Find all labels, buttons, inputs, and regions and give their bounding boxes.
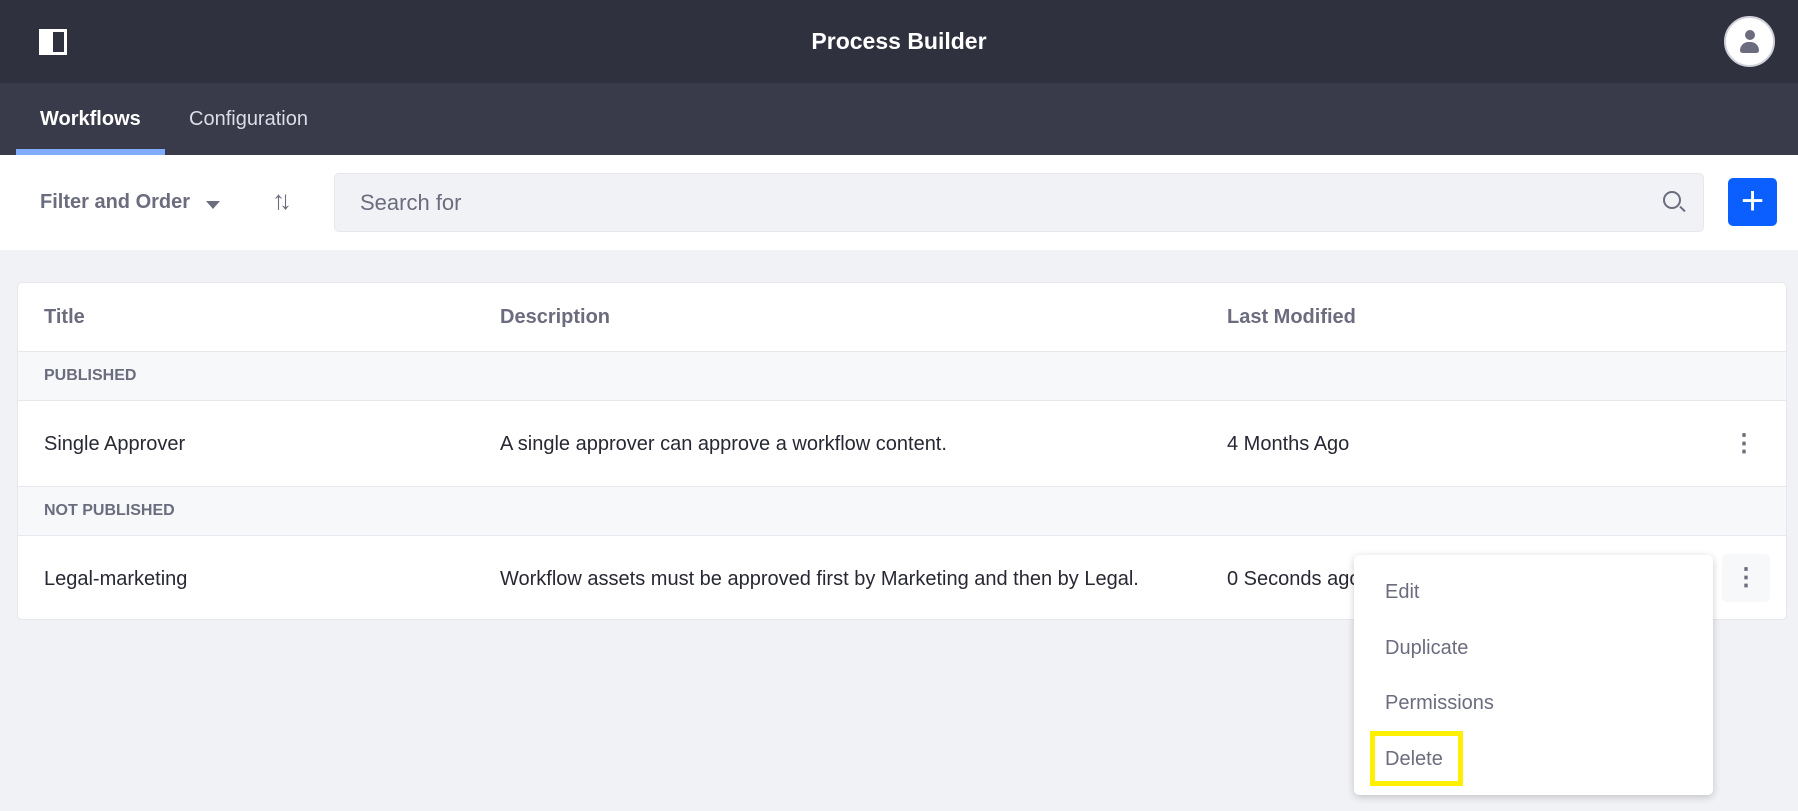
column-last-modified: Last Modified (1227, 306, 1356, 328)
row-modified: 0 Seconds ago (1227, 568, 1361, 590)
nav-tabs: Workflows Configuration (0, 83, 1798, 155)
kebab-menu-icon[interactable]: ⋮ (1720, 420, 1768, 468)
row-title[interactable]: Legal-marketing (44, 568, 187, 591)
menu-item-edit[interactable]: Edit (1385, 581, 1419, 604)
caret-down-icon[interactable] (206, 201, 220, 216)
kebab-menu-icon[interactable]: ⋮ (1722, 554, 1770, 602)
search-icon[interactable] (1663, 191, 1681, 209)
top-bar: Process Builder (0, 0, 1798, 83)
menu-item-duplicate[interactable]: Duplicate (1385, 637, 1468, 660)
menu-item-permissions[interactable]: Permissions (1385, 692, 1494, 715)
row-description: A single approver can approve a workflow… (500, 433, 947, 455)
user-avatar[interactable] (1724, 16, 1775, 67)
add-button[interactable]: + (1728, 178, 1777, 226)
row-modified: 4 Months Ago (1227, 433, 1350, 455)
row-title[interactable]: Single Approver (44, 433, 185, 456)
user-icon-body (1740, 42, 1759, 53)
search-input[interactable] (335, 174, 1615, 231)
highlight-box (1370, 731, 1463, 786)
search-bar (334, 173, 1704, 232)
tab-workflows[interactable]: Workflows (16, 83, 165, 155)
app-title: Process Builder (811, 28, 987, 54)
sort-icon[interactable]: ↑↓ (272, 185, 292, 216)
tab-configuration[interactable]: Configuration (165, 83, 332, 155)
management-toolbar: Filter and Order ↑↓ + (0, 155, 1798, 250)
row-description: Workflow assets must be approved first b… (500, 568, 1139, 590)
column-title: Title (44, 306, 85, 328)
user-icon (1745, 30, 1755, 40)
group-header: NOT PUBLISHED (18, 486, 1786, 536)
group-header: PUBLISHED (18, 351, 1786, 401)
column-description: Description (500, 306, 611, 328)
filter-and-order-dropdown[interactable]: Filter and Order (40, 191, 190, 214)
